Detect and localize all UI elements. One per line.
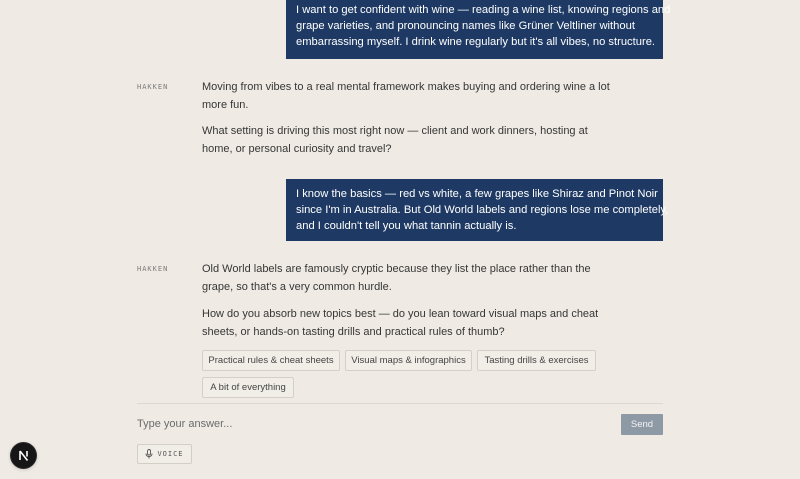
assistant-paragraph: How do you absorb new topics best — do y… <box>202 306 598 341</box>
paragraph-line: Moving from vibes to a real mental frame… <box>202 81 610 93</box>
paragraph-line: What setting is driving this most right … <box>202 125 588 137</box>
paragraph-line: Old World labels are famously cryptic be… <box>202 263 591 275</box>
option-chip-practical-rules[interactable]: Practical rules & cheat sheets <box>202 350 340 371</box>
message-line: I know the basics — red vs white, a few … <box>296 188 658 200</box>
option-chip-visual-maps[interactable]: Visual maps & infographics <box>345 350 472 371</box>
paragraph-line: more fun. <box>202 98 249 111</box>
voice-button[interactable]: VOICE <box>137 444 192 464</box>
assistant-paragraph: What setting is driving this most right … <box>202 123 588 158</box>
option-chip-everything[interactable]: A bit of everything <box>202 377 294 398</box>
send-button[interactable]: Send <box>621 414 663 435</box>
assistant-speaker-label: HAKKEN <box>137 265 169 273</box>
assistant-speaker-label: HAKKEN <box>137 83 169 91</box>
n-logo-badge[interactable] <box>11 443 36 468</box>
answer-input[interactable] <box>135 414 609 434</box>
paragraph-line: home, or personal curiosity and travel? <box>202 142 392 155</box>
message-line: embarrassing myself. I drink wine regula… <box>296 36 656 48</box>
microphone-icon <box>146 449 153 459</box>
paragraph-line: How do you absorb new topics best — do y… <box>202 308 599 320</box>
assistant-paragraph: Moving from vibes to a real mental frame… <box>202 79 610 114</box>
composer-divider <box>137 403 663 404</box>
paragraph-line: grape, so that's a very common hurdle. <box>202 280 392 293</box>
message-line: I want to get confident with wine — read… <box>296 4 671 16</box>
user-message: I want to get confident with wine — read… <box>286 0 671 59</box>
chat-page: I want to get confident with wine — read… <box>0 0 800 479</box>
message-line: grape varieties, and pronouncing names l… <box>296 20 635 32</box>
assistant-paragraph: Old World labels are famously cryptic be… <box>202 261 591 296</box>
voice-label: VOICE <box>157 450 184 458</box>
n-logo-icon <box>19 450 29 461</box>
message-line: and I couldn't tell you what tannin actu… <box>296 220 517 232</box>
option-chip-tasting-drills[interactable]: Tasting drills & exercises <box>477 350 596 371</box>
message-line: since I'm in Australia. But Old World la… <box>296 204 669 216</box>
paragraph-line: sheets, or hands-on tasting drills and p… <box>202 325 505 338</box>
user-message: I know the basics — red vs white, a few … <box>286 179 669 241</box>
